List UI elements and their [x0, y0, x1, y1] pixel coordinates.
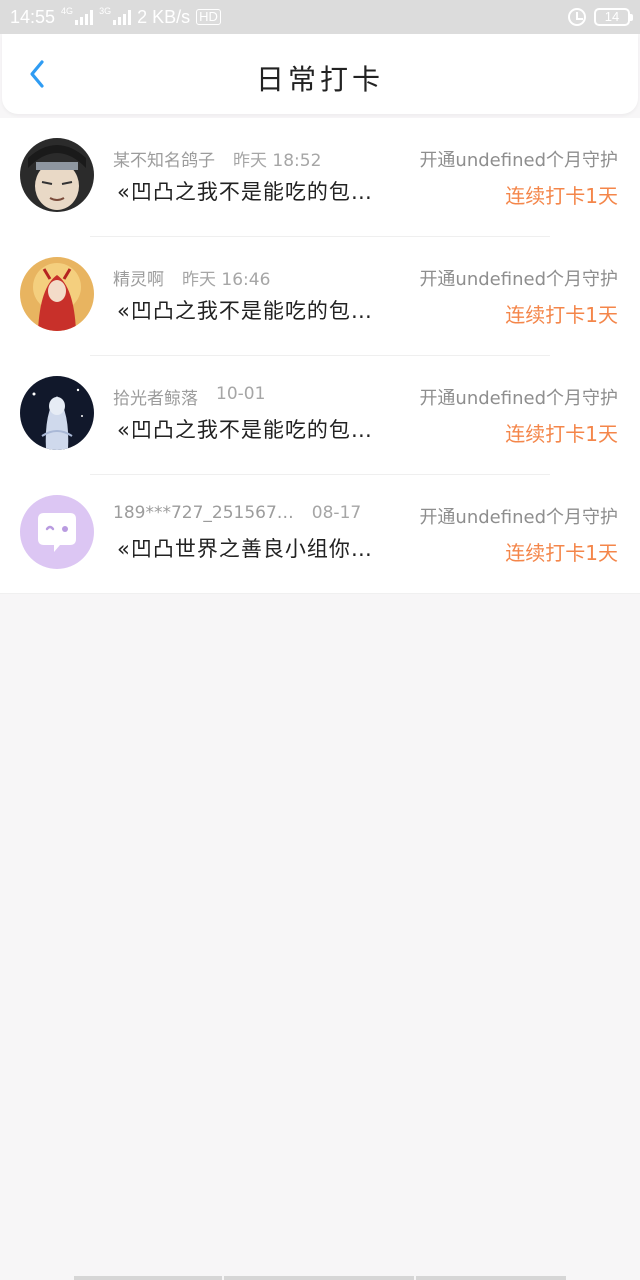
avatar[interactable]: [20, 257, 94, 331]
anime-avatar-icon: [20, 257, 94, 331]
gesture-bar: [74, 1276, 566, 1280]
avatar[interactable]: [20, 138, 94, 212]
timestamp: 昨天 16:46: [182, 270, 271, 290]
signal-icon-2: [113, 9, 132, 25]
network-type-label: 4G: [61, 6, 74, 16]
item-meta: 精灵啊 昨天 16:46: [113, 265, 270, 290]
book-title: «凹凸世界之善良小组你…: [117, 537, 373, 561]
divider: [0, 593, 640, 594]
book-title: «凹凸之我不是能吃的包…: [117, 299, 373, 323]
item-meta: 某不知名鸽子 昨天 18:52: [113, 146, 321, 171]
hd-icon: HD: [196, 9, 221, 25]
timestamp: 昨天 18:52: [233, 151, 322, 171]
status-bar: 14:55 4G 3G 2 KB/s HD 14: [0, 0, 640, 34]
list-item[interactable]: 精灵啊 昨天 16:46 «凹凸之我不是能吃的包… 开通undefined个月守…: [0, 237, 640, 356]
chat-bubble-avatar-icon: [20, 495, 94, 569]
battery-icon: 14: [594, 8, 633, 26]
username: 精灵啊: [113, 270, 164, 290]
network-type-label-2: 3G: [99, 6, 112, 16]
streak-label: 连续打卡1天: [505, 541, 618, 565]
guard-text: 开通undefined个月守护: [419, 150, 618, 171]
username: 某不知名鸽子: [113, 151, 215, 171]
item-meta: 189***727_251567… 08-17: [113, 503, 361, 523]
anime-avatar-icon: [20, 138, 94, 212]
list-item[interactable]: 某不知名鸽子 昨天 18:52 «凹凸之我不是能吃的包… 开通undefined…: [0, 118, 640, 237]
item-meta: 拾光者鲸落 10-01: [113, 384, 265, 409]
anime-avatar-icon: [20, 376, 94, 450]
alarm-icon: [568, 8, 586, 26]
signal-icon: [75, 9, 94, 25]
page-title: 日常打卡: [255, 63, 384, 96]
book-title: «凹凸之我不是能吃的包…: [117, 180, 373, 204]
clock: 14:55: [10, 6, 56, 27]
username: 拾光者鲸落: [113, 389, 198, 409]
streak-label: 连续打卡1天: [505, 422, 618, 446]
network-speed: 2 KB/s: [137, 6, 191, 27]
guard-text: 开通undefined个月守护: [419, 507, 618, 528]
timestamp: 08-17: [311, 503, 362, 523]
list-item[interactable]: 189***727_251567… 08-17 «凹凸世界之善良小组你… 开通u…: [0, 475, 640, 594]
guard-text: 开通undefined个月守护: [419, 269, 618, 290]
streak-label: 连续打卡1天: [505, 303, 618, 327]
nav-header: 日常打卡: [2, 34, 638, 114]
checkin-list: 某不知名鸽子 昨天 18:52 «凹凸之我不是能吃的包… 开通undefined…: [0, 118, 640, 594]
list-item[interactable]: 拾光者鲸落 10-01 «凹凸之我不是能吃的包… 开通undefined个月守护…: [0, 356, 640, 475]
guard-text: 开通undefined个月守护: [419, 388, 618, 409]
streak-label: 连续打卡1天: [505, 184, 618, 208]
book-title: «凹凸之我不是能吃的包…: [117, 418, 373, 442]
avatar[interactable]: [20, 376, 94, 450]
avatar[interactable]: [20, 495, 94, 569]
username: 189***727_251567…: [113, 503, 294, 523]
timestamp: 10-01: [216, 384, 266, 404]
